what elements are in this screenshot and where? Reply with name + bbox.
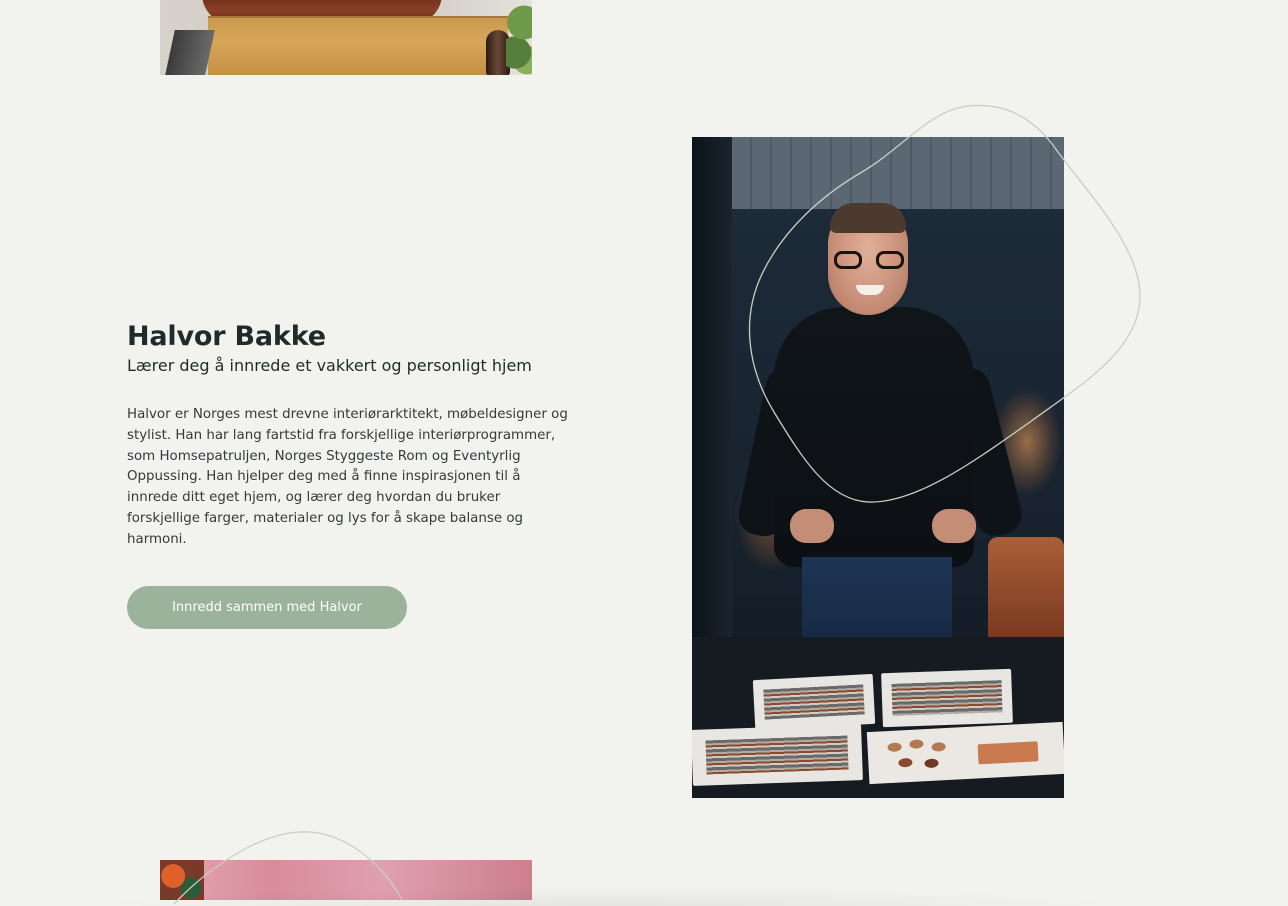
photo-swatch-book <box>692 724 863 786</box>
profile-bio: Halvor er Norges mest drevne interiørark… <box>127 407 568 547</box>
photo-swatch-book <box>881 668 1013 728</box>
profile-tagline: Lærer deg å innrede et vakkert og person… <box>127 356 532 375</box>
photo-hand-left <box>790 509 834 543</box>
photo-swatch-book <box>752 673 876 731</box>
portrait-photo <box>692 137 1064 798</box>
photo-plant <box>506 0 532 75</box>
top-interior-photo <box>160 0 532 75</box>
photo-hand-right <box>932 509 976 543</box>
photo-jeans <box>802 557 952 637</box>
cta-button[interactable]: Innredd sammen med Halvor <box>127 586 407 629</box>
photo-color-samples <box>866 721 1064 785</box>
photo-ceiling <box>692 137 1064 209</box>
profile-name: Halvor Bakke <box>127 321 326 352</box>
photo-glasses <box>834 251 904 271</box>
section-shadow <box>80 886 1140 906</box>
bio-section: Halvor Bakke Lærer deg å innrede et vakk… <box>127 320 577 551</box>
photo-wood-table <box>208 16 508 75</box>
photo-hair <box>830 203 906 233</box>
